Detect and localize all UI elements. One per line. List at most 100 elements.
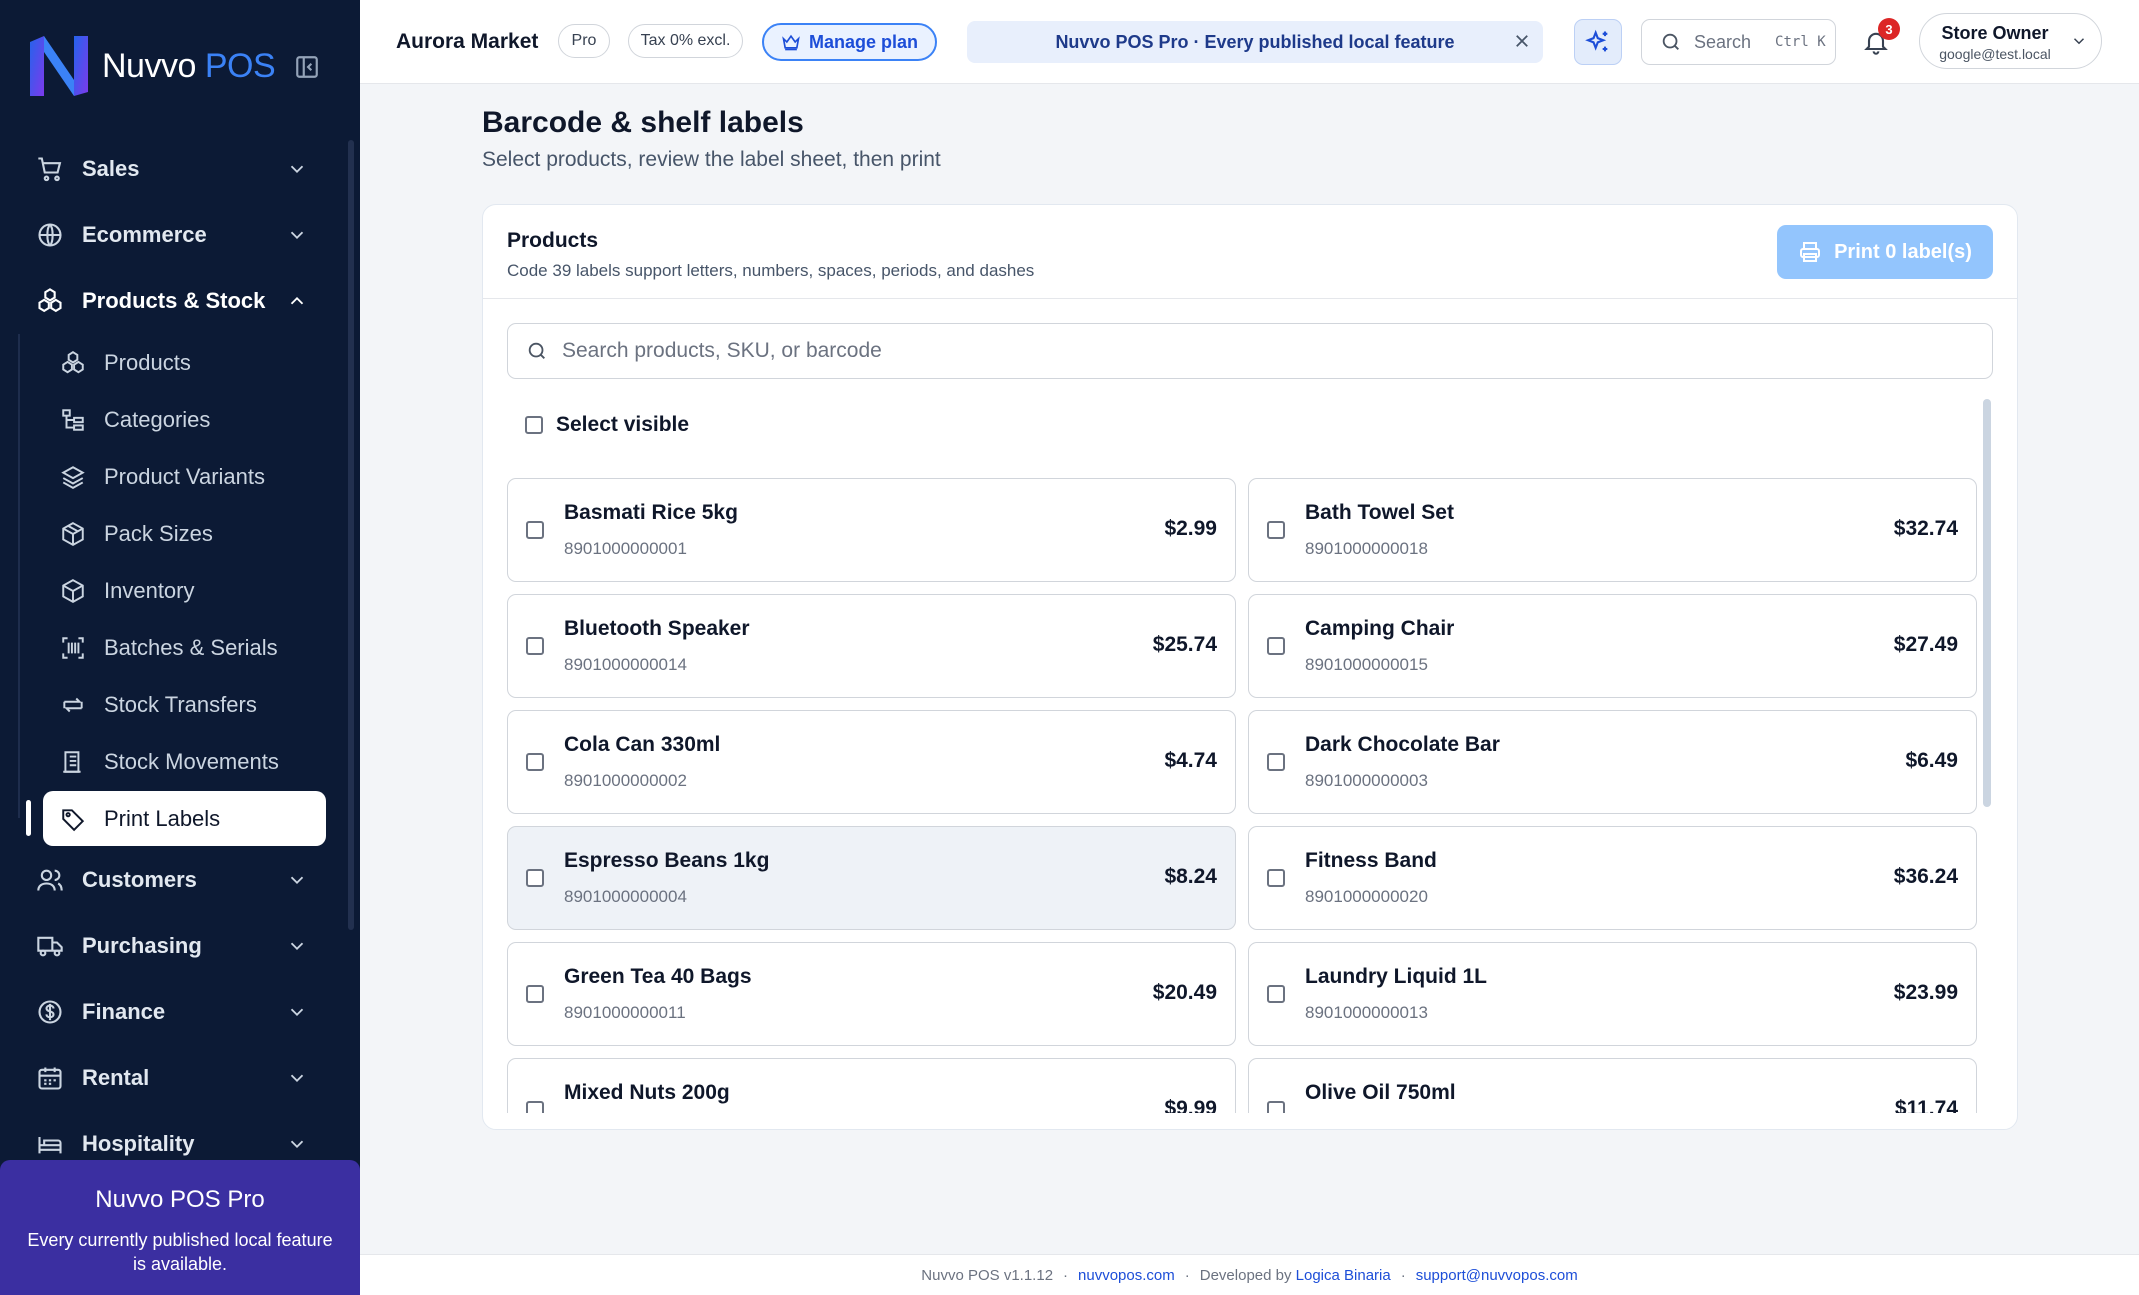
product-checkbox[interactable] [526, 753, 544, 771]
sidebar-item-print-labels[interactable]: Print Labels [43, 791, 326, 846]
chevron-down-icon [290, 942, 304, 951]
sidebar-item-label: Print Labels [104, 805, 221, 831]
logo[interactable]: Nuvvo POS [26, 32, 276, 100]
sidebar: Nuvvo POS Sales Ecommerce Products & Sto… [0, 0, 360, 1295]
sidebar-nav: Sales Ecommerce Products & Stock Product… [0, 136, 350, 1177]
product-checkbox[interactable] [526, 1101, 544, 1113]
product-card[interactable]: Dark Chocolate Bar 8901000000003 $6.49 [1248, 710, 1977, 814]
sidebar-item-label: Stock Transfers [104, 691, 257, 717]
page-subtitle: Select products, review the label sheet,… [482, 148, 941, 171]
nav-customers[interactable]: Customers [0, 847, 350, 913]
close-icon[interactable] [1513, 32, 1531, 50]
product-checkbox[interactable] [1267, 521, 1285, 539]
search-shortcut: Ctrl K [1775, 34, 1826, 50]
transfer-icon [63, 697, 83, 712]
product-card[interactable]: Bluetooth Speaker 8901000000014 $25.74 [507, 594, 1236, 698]
logo-text: Nuvvo POS [102, 46, 276, 85]
product-card[interactable]: Laundry Liquid 1L 8901000000013 $23.99 [1248, 942, 1977, 1046]
product-card[interactable]: Basmati Rice 5kg 8901000000001 $2.99 [507, 478, 1236, 582]
sidebar-item-stock-movements[interactable]: Stock Movements [0, 733, 350, 790]
product-price: $11.74 [1894, 1097, 1958, 1113]
select-visible-checkbox[interactable] [525, 416, 543, 434]
nav-ecommerce[interactable]: Ecommerce [0, 202, 350, 268]
nav-sales[interactable]: Sales [0, 136, 350, 202]
product-card[interactable]: Bath Towel Set 8901000000018 $32.74 [1248, 478, 1977, 582]
manage-plan-button[interactable]: Manage plan [762, 23, 937, 61]
footer-email-link[interactable]: support@nuvvopos.com [1416, 1267, 1578, 1284]
global-search[interactable]: Search Ctrl K [1641, 19, 1836, 65]
collapse-sidebar-icon[interactable] [294, 54, 320, 80]
product-list-scrollbar[interactable] [1983, 399, 1991, 807]
product-checkbox[interactable] [526, 869, 544, 887]
product-barcode: 8901000000003 [1305, 771, 1428, 790]
cube-icon [62, 578, 84, 603]
scan-barcode-icon [62, 636, 84, 659]
product-price: $4.74 [1164, 749, 1217, 772]
product-card[interactable]: Camping Chair 8901000000015 $27.49 [1248, 594, 1977, 698]
ledger-icon [63, 750, 81, 773]
product-checkbox[interactable] [1267, 869, 1285, 887]
product-name: Bath Towel Set [1305, 501, 1454, 524]
product-barcode: 8901000000014 [564, 655, 687, 674]
nav-products-stock[interactable]: Products & Stock [0, 268, 350, 334]
card-title: Products [507, 229, 599, 252]
footer-dev-link[interactable]: Logica Binaria [1296, 1267, 1391, 1284]
product-card[interactable]: Mixed Nuts 200g $9.99 [507, 1058, 1236, 1113]
sidebar-scrollbar[interactable] [348, 140, 354, 930]
product-checkbox[interactable] [526, 985, 544, 1003]
chevron-down-icon [290, 876, 304, 885]
product-barcode: 8901000000011 [564, 1003, 686, 1022]
product-search-input[interactable] [562, 339, 1962, 363]
nav-ecommerce-label: Ecommerce [82, 222, 207, 247]
printer-icon [1800, 242, 1821, 262]
user-email: google@test.local [1939, 46, 2051, 62]
product-card[interactable]: Fitness Band 8901000000020 $36.24 [1248, 826, 1977, 930]
product-search[interactable] [507, 323, 1993, 379]
product-checkbox[interactable] [1267, 637, 1285, 655]
product-checkbox[interactable] [1267, 985, 1285, 1003]
footer-site-link[interactable]: nuvvopos.com [1078, 1267, 1175, 1284]
promo-title: Nuvvo POS Pro [95, 1186, 265, 1213]
sidebar-item-categories[interactable]: Categories [0, 391, 350, 448]
sidebar-item-products[interactable]: Products [0, 334, 350, 391]
select-visible[interactable]: Select visible [525, 413, 689, 437]
product-checkbox[interactable] [526, 521, 544, 539]
sidebar-item-product-variants[interactable]: Product Variants [0, 448, 350, 505]
nav-finance[interactable]: Finance [0, 979, 350, 1045]
product-barcode: 8901000000013 [1305, 1003, 1428, 1022]
sidebar-item-label: Inventory [104, 577, 195, 603]
promo-description: Every currently published local feature … [27, 1230, 333, 1274]
active-indicator [26, 800, 31, 836]
product-card[interactable]: Espresso Beans 1kg 8901000000004 $8.24 [507, 826, 1236, 930]
users-icon [37, 869, 63, 891]
sparkles-icon [1585, 29, 1608, 52]
user-name: Store Owner [1941, 23, 2049, 43]
sidebar-item-batches-serials[interactable]: Batches & Serials [0, 619, 350, 676]
nav-hospitality-label: Hospitality [82, 1131, 195, 1156]
product-card[interactable]: Green Tea 40 Bags 8901000000011 $20.49 [507, 942, 1236, 1046]
products-card: Products Code 39 labels support letters,… [482, 204, 2018, 1130]
product-price: $36.24 [1893, 865, 1958, 888]
chevron-down-icon [290, 1074, 304, 1083]
footer-separator: · [1184, 1266, 1190, 1284]
print-labels-button[interactable]: Print 0 label(s) [1777, 225, 1993, 279]
nav-rental[interactable]: Rental [0, 1045, 350, 1111]
nav-purchasing[interactable]: Purchasing [0, 913, 350, 979]
product-card[interactable]: Olive Oil 750ml $11.74 [1248, 1058, 1977, 1113]
sidebar-item-pack-sizes[interactable]: Pack Sizes [0, 505, 350, 562]
sidebar-item-inventory[interactable]: Inventory [0, 562, 350, 619]
ai-assistant-button[interactable] [1574, 19, 1622, 65]
sidebar-item-stock-transfers[interactable]: Stock Transfers [0, 676, 350, 733]
nav-purchasing-label: Purchasing [82, 933, 202, 958]
product-price: $6.49 [1905, 749, 1958, 772]
product-checkbox[interactable] [526, 637, 544, 655]
card-header: Products Code 39 labels support letters,… [483, 205, 2017, 299]
product-checkbox[interactable] [1267, 753, 1285, 771]
product-checkbox[interactable] [1267, 1101, 1285, 1113]
product-card[interactable]: Cola Can 330ml 8901000000002 $4.74 [507, 710, 1236, 814]
product-name: Mixed Nuts 200g [564, 1081, 730, 1104]
crown-icon [782, 34, 800, 51]
nav-sales-label: Sales [82, 156, 140, 181]
user-menu[interactable]: Store Owner google@test.local [1919, 13, 2102, 69]
product-price: $9.99 [1164, 1097, 1217, 1113]
